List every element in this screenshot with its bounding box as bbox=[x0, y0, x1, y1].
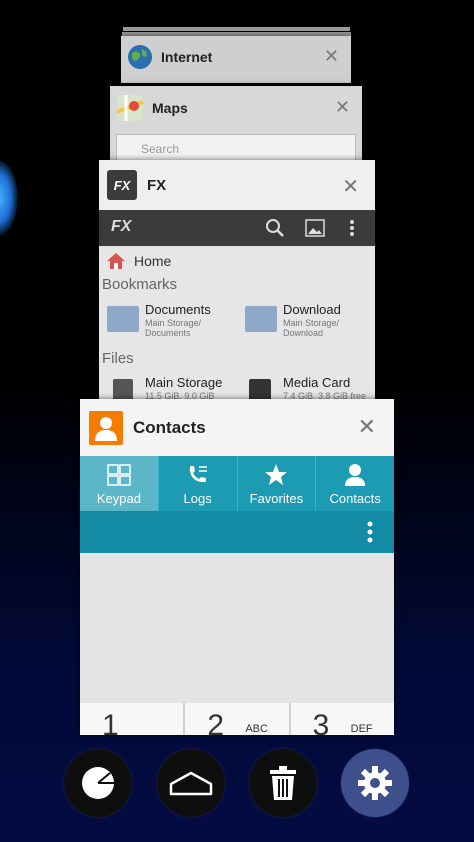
dial-key-letters: DEF bbox=[350, 723, 373, 735]
card-title: Maps bbox=[152, 100, 188, 116]
recent-app-card-fx[interactable]: FX FX ✕ FX Home Bookmarks Documents Main… bbox=[99, 160, 375, 400]
home-button[interactable] bbox=[157, 749, 225, 817]
gear-icon bbox=[358, 766, 392, 800]
dial-key-digit: 3 bbox=[312, 709, 330, 735]
home-icon bbox=[107, 253, 125, 269]
folder-download-icon bbox=[245, 306, 277, 332]
dial-key-1[interactable]: 1 bbox=[80, 703, 186, 735]
fx-file-media-card[interactable]: Media Card 7.4 GiB, 3.8 GiB free bbox=[237, 375, 367, 400]
tab-favorites[interactable]: Favorites bbox=[238, 456, 317, 511]
edge-glow bbox=[0, 160, 18, 236]
dial-key-digit: 1 bbox=[102, 709, 119, 735]
image-icon[interactable] bbox=[305, 219, 325, 237]
folder-icon bbox=[107, 306, 139, 332]
fx-item-path: Main Storage/ Documents bbox=[145, 318, 202, 338]
close-all-button[interactable] bbox=[249, 749, 317, 817]
phone-storage-icon bbox=[113, 379, 133, 400]
card-header: Internet ✕ bbox=[121, 36, 351, 78]
fx-item-name: Download bbox=[283, 302, 341, 317]
tab-label: Logs bbox=[183, 490, 212, 506]
settings-button[interactable] bbox=[341, 749, 409, 817]
fx-bookmark-documents[interactable]: Documents Main Storage/ Documents bbox=[99, 302, 229, 342]
fx-file-main-storage[interactable]: Main Storage 11.5 GiB, 9.0 GiB free bbox=[99, 375, 229, 400]
recent-app-card-contacts[interactable]: Contacts ✕ Keypad Logs Favorites Contact… bbox=[80, 399, 394, 735]
fx-files-label: Files bbox=[102, 350, 134, 367]
tab-keypad[interactable]: Keypad bbox=[80, 456, 159, 511]
overflow-menu-icon[interactable] bbox=[349, 219, 355, 237]
search-icon[interactable] bbox=[265, 218, 285, 238]
recent-app-card-maps[interactable]: Maps ✕ Search bbox=[110, 86, 362, 164]
close-icon[interactable]: ✕ bbox=[342, 174, 359, 199]
contacts-action-bar bbox=[80, 511, 394, 553]
recent-app-card-internet[interactable]: Internet ✕ bbox=[121, 36, 351, 83]
fx-app-icon: FX bbox=[107, 170, 137, 200]
tab-label: Favorites bbox=[249, 490, 304, 506]
globe-icon bbox=[128, 45, 152, 69]
maps-icon bbox=[116, 95, 144, 121]
close-icon[interactable]: ✕ bbox=[358, 414, 376, 440]
person-icon bbox=[344, 462, 366, 488]
tab-label: Keypad bbox=[96, 490, 141, 506]
dial-key-3[interactable]: 3 DEF bbox=[291, 703, 394, 735]
card-header: Maps ✕ bbox=[110, 86, 362, 130]
dial-key-letters: ABC bbox=[245, 723, 268, 735]
tab-label: Contacts bbox=[329, 490, 381, 506]
fx-toolbar: FX bbox=[99, 210, 375, 246]
contacts-tab-bar: Keypad Logs Favorites Contacts bbox=[80, 456, 394, 511]
card-stack-edge bbox=[123, 27, 350, 31]
dialer-number-display[interactable] bbox=[80, 553, 394, 703]
fx-item-name: Main Storage bbox=[145, 375, 223, 390]
card-title: Internet bbox=[161, 49, 213, 65]
pie-chart-icon bbox=[82, 767, 114, 799]
dial-key-digit: 2 bbox=[207, 709, 225, 735]
fx-home-label: Home bbox=[134, 253, 172, 269]
home-icon bbox=[169, 771, 213, 796]
fx-item-name: Media Card bbox=[283, 375, 351, 390]
contacts-app-icon bbox=[89, 410, 123, 445]
fx-home-row[interactable]: Home bbox=[99, 248, 375, 274]
sd-card-icon bbox=[249, 379, 271, 400]
card-header: FX FX ✕ bbox=[99, 160, 375, 210]
card-title: FX bbox=[147, 176, 167, 194]
overflow-menu-icon[interactable] bbox=[367, 521, 373, 543]
close-icon[interactable]: ✕ bbox=[324, 46, 339, 67]
call-log-icon bbox=[186, 462, 210, 488]
card-title: Contacts bbox=[133, 417, 206, 437]
fx-logo-icon: FX bbox=[111, 218, 132, 235]
memory-usage-button[interactable] bbox=[64, 749, 132, 817]
star-icon bbox=[264, 462, 288, 488]
tab-contacts[interactable]: Contacts bbox=[316, 456, 394, 511]
fx-bookmarks-label: Bookmarks bbox=[102, 276, 178, 293]
tab-logs[interactable]: Logs bbox=[159, 456, 238, 511]
card-header: Contacts ✕ bbox=[80, 399, 394, 456]
trash-icon bbox=[270, 766, 296, 800]
dial-key-2[interactable]: 2 ABC bbox=[185, 703, 291, 735]
fx-item-path: Main Storage/ Download bbox=[283, 318, 340, 338]
keypad-icon bbox=[107, 462, 131, 488]
fx-item-name: Documents bbox=[145, 302, 211, 317]
dialer-keypad: 1 2 ABC 3 DEF bbox=[80, 703, 394, 735]
fx-bookmark-download[interactable]: Download Main Storage/ Download bbox=[237, 302, 367, 342]
close-icon[interactable]: ✕ bbox=[335, 97, 350, 118]
